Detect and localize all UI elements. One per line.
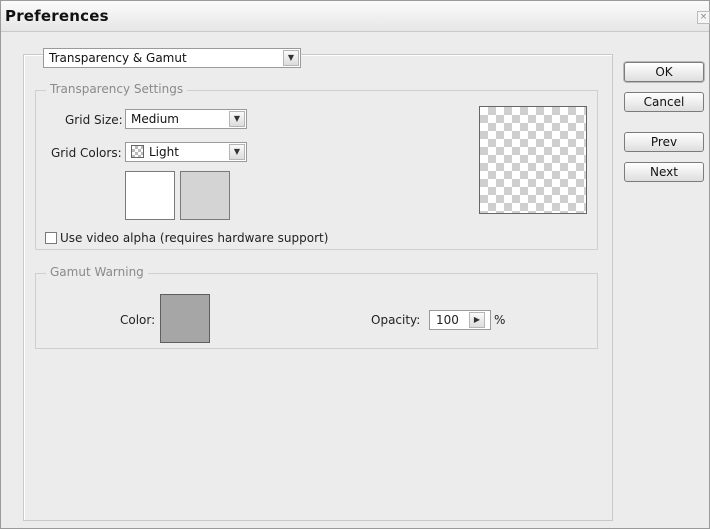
gamut-warning-group: Gamut Warning bbox=[35, 265, 598, 349]
chevron-down-icon[interactable]: ▼ bbox=[283, 50, 299, 66]
next-button[interactable]: Next bbox=[624, 162, 704, 182]
opacity-label: Opacity: bbox=[371, 313, 421, 327]
close-icon[interactable]: × bbox=[697, 11, 710, 24]
gamut-warning-title: Gamut Warning bbox=[46, 265, 148, 279]
section-select[interactable]: Transparency & Gamut ▼ bbox=[43, 48, 301, 68]
checker-icon bbox=[131, 145, 144, 158]
preferences-dialog: Preferences × Transparency & Gamut ▼ Tra… bbox=[0, 0, 710, 529]
transparency-settings-title: Transparency Settings bbox=[46, 82, 188, 96]
dialog-title: Preferences bbox=[5, 7, 109, 25]
ok-button[interactable]: OK bbox=[624, 62, 704, 82]
opacity-value: 100 bbox=[436, 313, 459, 327]
grid-colors-value: Light bbox=[149, 145, 179, 159]
gamut-color-swatch[interactable] bbox=[160, 294, 210, 343]
video-alpha-label[interactable]: Use video alpha (requires hardware suppo… bbox=[60, 231, 328, 245]
opacity-slider-arrow-icon[interactable]: ▶ bbox=[469, 312, 485, 328]
cancel-button[interactable]: Cancel bbox=[624, 92, 704, 112]
grid-size-value: Medium bbox=[131, 112, 179, 126]
section-select-value: Transparency & Gamut bbox=[49, 51, 187, 65]
transparency-preview bbox=[479, 106, 587, 214]
opacity-unit: % bbox=[494, 313, 506, 327]
grid-color-swatch-1[interactable] bbox=[125, 171, 175, 220]
grid-size-select[interactable]: Medium ▼ bbox=[125, 109, 247, 129]
gamut-color-label: Color: bbox=[120, 313, 156, 327]
video-alpha-checkbox[interactable] bbox=[45, 232, 57, 244]
chevron-down-icon[interactable]: ▼ bbox=[229, 111, 245, 127]
chevron-down-icon[interactable]: ▼ bbox=[229, 144, 245, 160]
grid-colors-select[interactable]: Light ▼ bbox=[125, 142, 247, 162]
grid-color-swatch-2[interactable] bbox=[180, 171, 230, 220]
grid-size-label: Grid Size: bbox=[65, 113, 123, 127]
title-bar[interactable]: Preferences × bbox=[1, 1, 710, 32]
prev-button[interactable]: Prev bbox=[624, 132, 704, 152]
grid-colors-label: Grid Colors: bbox=[51, 146, 122, 160]
